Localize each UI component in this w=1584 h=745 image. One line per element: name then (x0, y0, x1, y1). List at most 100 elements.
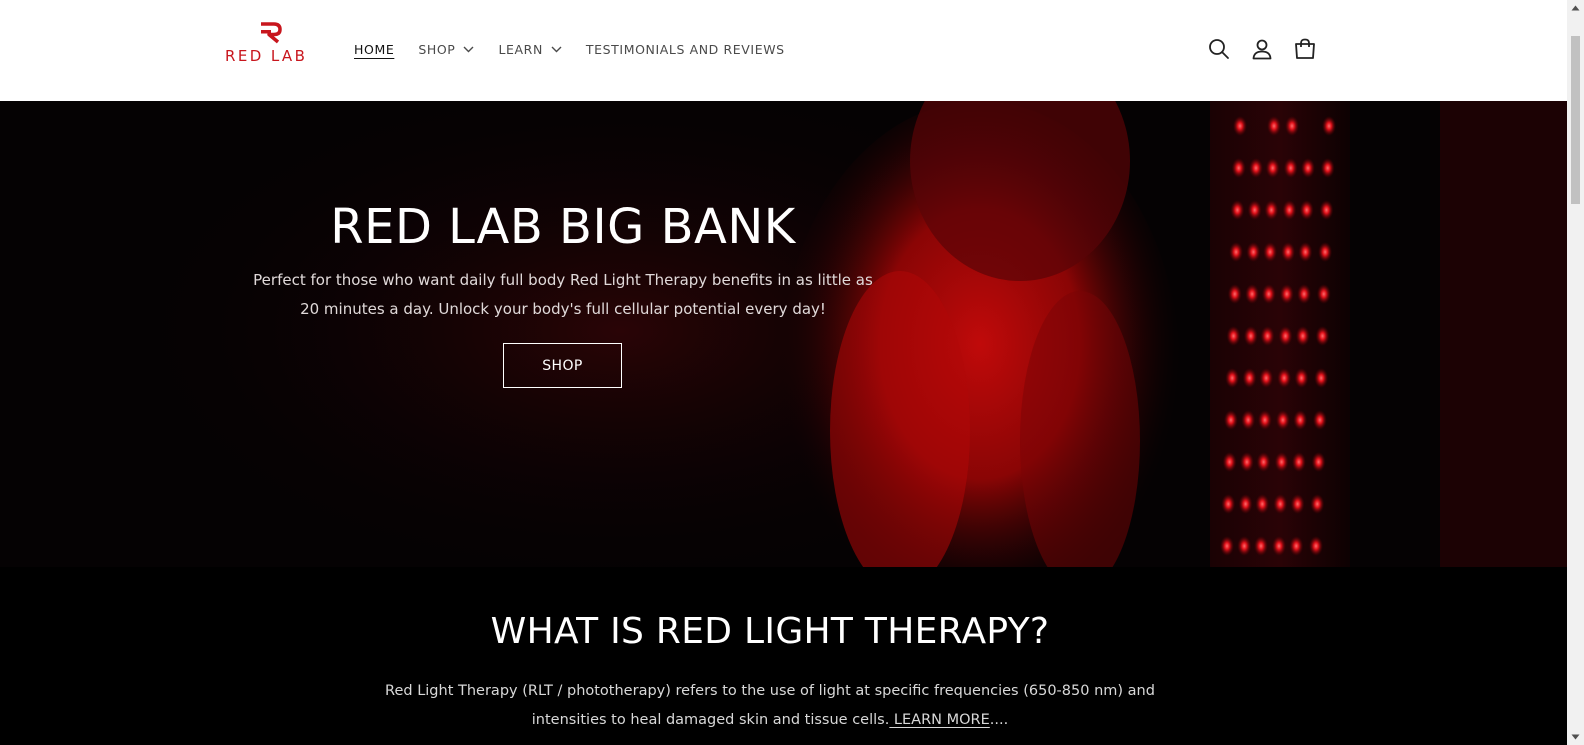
led-light (1272, 536, 1286, 556)
account-button[interactable] (1249, 36, 1275, 62)
led-light (1242, 368, 1257, 388)
nav-item-label: LEARN (498, 41, 543, 57)
led-light (1237, 536, 1252, 556)
led-light (1293, 410, 1308, 430)
led-light (1230, 200, 1245, 220)
led-light (1294, 368, 1309, 388)
page: RED LAB HOME SHOP LEARN TESTIMONIALS AND… (0, 0, 1567, 745)
led-light (1256, 452, 1271, 472)
site-header: RED LAB HOME SHOP LEARN TESTIMONIALS AND… (0, 0, 1567, 101)
led-light (1229, 242, 1244, 262)
led-light (1278, 326, 1293, 346)
info-section: WHAT IS RED LIGHT THERAPY? Red Light The… (0, 567, 1567, 745)
section-text-trailing: .... (989, 712, 1009, 728)
section-text-body: Red Light Therapy (RLT / phototherapy) r… (385, 683, 1155, 728)
led-light (1297, 284, 1312, 304)
led-light (1233, 116, 1247, 136)
led-light (1289, 536, 1304, 556)
led-light (1314, 368, 1329, 388)
led-light (1254, 536, 1268, 556)
led-light (1291, 452, 1306, 472)
led-light (1255, 494, 1270, 514)
led-light (1265, 158, 1280, 178)
led-light (1259, 368, 1274, 388)
led-light (1310, 494, 1325, 514)
led-light (1227, 284, 1242, 304)
led-light (1311, 452, 1326, 472)
nav-item-shop[interactable]: SHOP (418, 42, 474, 57)
led-light (1243, 326, 1258, 346)
scroll-down-arrow-icon[interactable] (1571, 733, 1580, 741)
header-icons (1206, 36, 1335, 62)
scrollbar-thumb[interactable] (1571, 36, 1580, 204)
led-light (1222, 452, 1237, 472)
led-light (1285, 116, 1299, 136)
led-light (1275, 410, 1290, 430)
logo-mark-icon (261, 22, 282, 44)
led-light (1319, 200, 1334, 220)
led-light (1226, 326, 1241, 346)
led-light (1274, 452, 1289, 472)
led-light (1322, 116, 1336, 136)
led-light (1263, 242, 1278, 262)
led-light (1221, 494, 1236, 514)
led-light (1290, 494, 1305, 514)
hero-description: Perfect for those who want daily full bo… (253, 271, 873, 318)
led-light (1223, 410, 1238, 430)
led-light (1247, 200, 1262, 220)
led-light (1238, 494, 1253, 514)
nav-item-learn[interactable]: LEARN (498, 41, 562, 57)
section-title: WHAT IS RED LIGHT THERAPY? (490, 611, 1050, 652)
main-nav: HOME SHOP LEARN TESTIMONIALS AND REVIEWS (354, 38, 809, 60)
led-light (1267, 116, 1281, 136)
led-light (1301, 158, 1315, 178)
led-light (1260, 326, 1275, 346)
led-light (1281, 242, 1296, 262)
led-light (1225, 368, 1240, 388)
led-light (1239, 452, 1254, 472)
hero-background-image (0, 101, 1567, 567)
nav-item-home[interactable]: HOME (354, 42, 394, 57)
led-light (1277, 368, 1292, 388)
led-light (1282, 200, 1297, 220)
led-light (1246, 242, 1261, 262)
led-light (1249, 158, 1263, 178)
hero-shop-button[interactable]: SHOP (503, 343, 622, 388)
search-icon (1209, 39, 1229, 59)
hero-banner: RED LAB BIG BANK Perfect for those who w… (0, 101, 1567, 567)
led-light (1299, 200, 1314, 220)
led-light (1320, 158, 1335, 178)
nav-item-label: HOME (354, 41, 395, 57)
nav-item-label: SHOP (418, 41, 456, 57)
chevron-down-icon (551, 46, 562, 52)
led-light (1273, 494, 1288, 514)
led-light (1245, 284, 1260, 304)
page-scrollbar[interactable] (1567, 0, 1584, 745)
learn-more-link[interactable]: LEARN MORE (889, 712, 990, 728)
logo-text: RED LAB (225, 47, 308, 65)
cart-icon (1295, 38, 1315, 59)
led-light (1295, 326, 1310, 346)
led-light (1283, 158, 1298, 178)
led-light (1318, 242, 1333, 262)
section-text: Red Light Therapy (RLT / phototherapy) r… (380, 677, 1160, 735)
scroll-up-arrow-icon[interactable] (1571, 4, 1580, 12)
led-light (1264, 200, 1279, 220)
led-light (1316, 284, 1331, 304)
cart-button[interactable] (1292, 36, 1318, 62)
led-light (1298, 242, 1313, 262)
led-light (1220, 536, 1234, 556)
account-icon (1252, 39, 1272, 60)
nav-item-testimonials[interactable]: TESTIMONIALS AND REVIEWS (586, 42, 785, 57)
led-light (1315, 326, 1330, 346)
nav-item-label: TESTIMONIALS AND REVIEWS (585, 41, 785, 57)
led-light (1257, 410, 1272, 430)
led-light (1312, 410, 1327, 430)
search-button[interactable] (1206, 36, 1232, 62)
logo-link[interactable]: RED LAB (225, 22, 319, 66)
led-light (1279, 284, 1294, 304)
led-light (1241, 410, 1256, 430)
hero-title: RED LAB BIG BANK (330, 199, 796, 255)
led-light (1231, 158, 1246, 178)
chevron-down-icon (463, 46, 474, 52)
